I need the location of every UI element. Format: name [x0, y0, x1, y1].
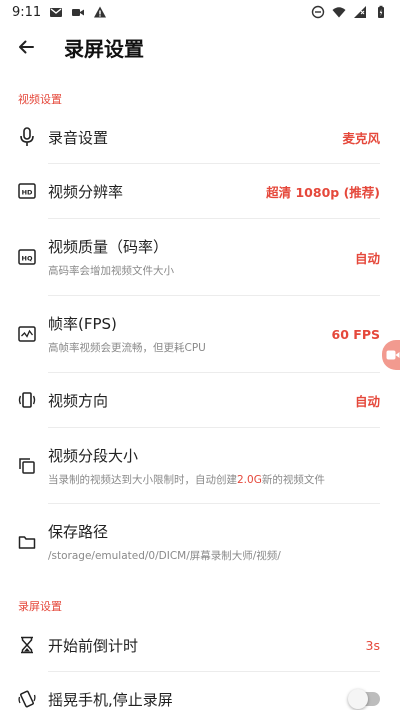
setting-orientation[interactable]: 视频方向 自动: [0, 373, 400, 427]
video-camera-icon: [72, 9, 85, 16]
setting-save-path[interactable]: 保存路径 /storage/emulated/0/DICM/屏幕录制大师/视频/: [0, 504, 400, 580]
section-header-video: 视频设置: [18, 93, 62, 106]
setting-countdown[interactable]: 开始前倒计时 3s: [0, 618, 400, 672]
setting-shake-title: 摇晃手机,停止录屏: [48, 690, 173, 709]
folder-icon: [16, 531, 38, 553]
warning-icon: [94, 6, 107, 18]
copy-icon: [16, 455, 38, 477]
setting-shake-stop[interactable]: 摇晃手机,停止录屏: [0, 672, 400, 710]
setting-fps-title: 帧率(FPS): [48, 315, 117, 333]
do-not-disturb-icon: [311, 5, 325, 19]
setting-quality-subtitle: 高码率会增加视频文件大小: [48, 265, 174, 277]
setting-orientation-value: 自动: [354, 393, 380, 409]
signal-icon: [354, 6, 366, 18]
wifi-icon: [332, 7, 346, 18]
setting-segment-size[interactable]: 视频分段大小 当录制的视频达到大小限制时，自动创建2.0G新的视频文件: [0, 428, 400, 504]
setting-segment-title: 视频分段大小: [48, 447, 139, 465]
setting-path-title: 保存路径: [48, 523, 109, 541]
setting-audio-title: 录音设置: [48, 128, 109, 147]
setting-path-subtitle: /storage/emulated/0/DICM/屏幕录制大师/视频/: [48, 550, 281, 562]
setting-audio-value: 麦克风: [342, 130, 380, 146]
status-bar: 9:11: [0, 0, 400, 24]
fps-chart-icon: [16, 323, 38, 345]
setting-segment-subtitle-pre: 当录制的视频达到大小限制时，自动创建: [48, 474, 237, 486]
arrow-back-icon: [19, 40, 34, 54]
shake-stop-toggle[interactable]: [348, 689, 380, 709]
hourglass-icon: [16, 634, 38, 656]
svg-text:HD: HD: [22, 188, 33, 196]
setting-quality-title: 视频质量（码率）: [48, 238, 169, 256]
setting-orientation-title: 视频方向: [48, 391, 109, 410]
shake-phone-icon: [16, 688, 38, 710]
back-button[interactable]: [0, 24, 52, 70]
setting-fps[interactable]: 帧率(FPS) 高帧率视频会更流畅，但更耗CPU 60 FPS: [0, 296, 400, 372]
battery-icon: [378, 5, 384, 18]
hd-icon: HD: [16, 180, 38, 202]
setting-resolution-title: 视频分辨率: [48, 182, 124, 201]
gmail-icon: [50, 8, 63, 17]
svg-text:HQ: HQ: [22, 254, 33, 262]
setting-audio[interactable]: 录音设置 麦克风: [0, 110, 400, 164]
setting-segment-subtitle-post: 新的视频文件: [261, 474, 325, 486]
setting-quality-value: 自动: [354, 250, 380, 266]
setting-segment-size-value: 2.0G: [237, 474, 262, 486]
app-bar: 录屏设置: [0, 24, 400, 70]
setting-resolution[interactable]: HD 视频分辨率 超清 1080p (推荐): [0, 164, 400, 218]
page-title: 录屏设置: [64, 36, 144, 61]
screen-rotation-icon: [16, 389, 38, 411]
setting-fps-subtitle: 高帧率视频会更流畅，但更耗CPU: [48, 342, 206, 354]
setting-quality[interactable]: HQ 视频质量（码率） 高码率会增加视频文件大小 自动: [0, 219, 400, 295]
setting-segment-subtitle: 当录制的视频达到大小限制时，自动创建2.0G新的视频文件: [48, 472, 380, 487]
microphone-icon: [16, 126, 38, 148]
toggle-knob: [348, 689, 368, 709]
status-time: 9:11: [12, 4, 42, 20]
setting-countdown-value: 3s: [365, 637, 380, 653]
section-header-recording: 录屏设置: [18, 600, 62, 613]
record-camera-icon: [386, 350, 400, 360]
setting-resolution-value: 超清 1080p (推荐): [266, 184, 380, 200]
setting-countdown-title: 开始前倒计时: [48, 636, 139, 655]
setting-fps-value: 60 FPS: [331, 326, 380, 342]
hq-icon: HQ: [16, 246, 38, 268]
